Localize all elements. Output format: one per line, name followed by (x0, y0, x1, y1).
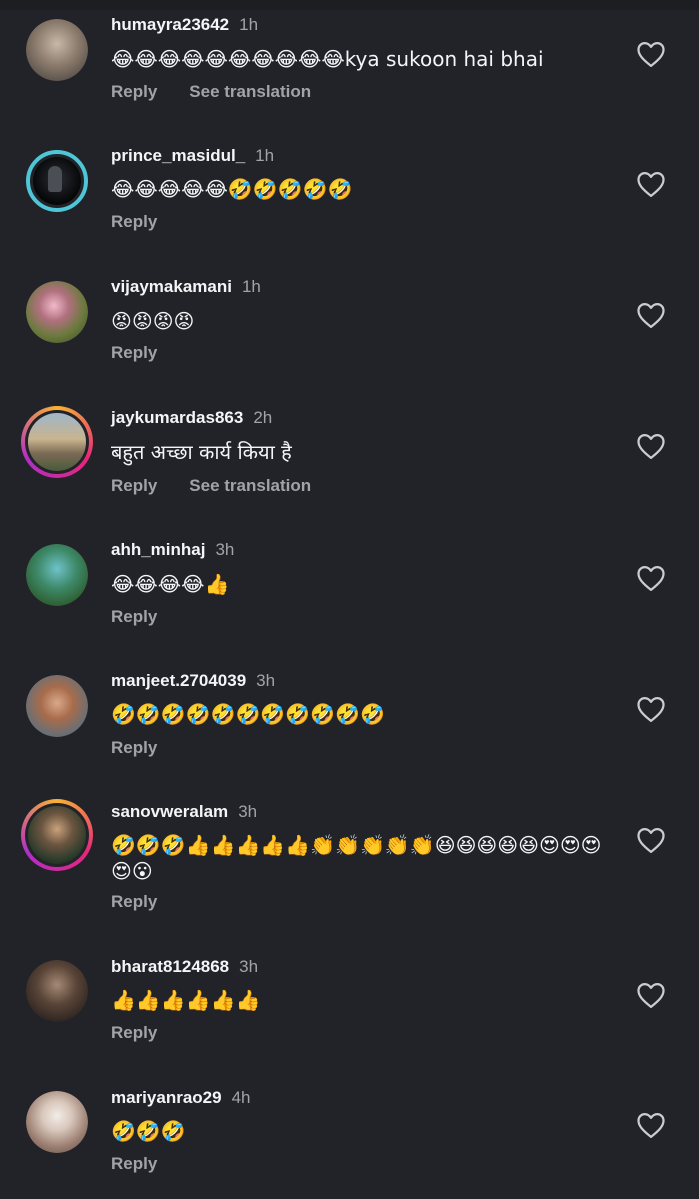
comment-actions: Reply See translation (111, 476, 343, 496)
timestamp: 1h (239, 15, 259, 34)
like-heart-icon[interactable] (636, 1111, 666, 1139)
see-translation-button[interactable]: See translation (189, 476, 311, 495)
like-heart-icon[interactable] (636, 564, 666, 592)
comment-actions: Reply (111, 607, 189, 627)
like-heart-icon[interactable] (636, 826, 666, 854)
username[interactable]: prince_masidul_ 1h (111, 146, 274, 166)
reply-button[interactable]: Reply (111, 476, 157, 495)
comment-text: 🤣🤣🤣 (111, 1119, 186, 1143)
username[interactable]: jaykumardas863 2h (111, 408, 272, 428)
reply-button[interactable]: Reply (111, 82, 157, 101)
comment-actions: Reply (111, 892, 189, 912)
timestamp: 1h (241, 277, 261, 296)
comment-actions: Reply (111, 1023, 189, 1043)
like-heart-icon[interactable] (636, 981, 666, 1009)
username[interactable]: sanovweralam 3h (111, 802, 257, 822)
top-edge (0, 0, 699, 10)
comment-actions: Reply (111, 343, 189, 363)
avatar[interactable] (26, 675, 88, 737)
timestamp: 4h (231, 1088, 251, 1107)
reply-button[interactable]: Reply (111, 212, 157, 231)
see-translation-button[interactable]: See translation (189, 82, 311, 101)
comment-text: 😂😂😂😂😂🤣🤣🤣🤣🤣 (111, 177, 353, 201)
comment-text: 😂😂😂😂👍 (111, 572, 230, 596)
comment-actions: Reply (111, 212, 189, 232)
like-heart-icon[interactable] (636, 170, 666, 198)
username[interactable]: manjeet.2704039 3h (111, 671, 275, 691)
comment-text: 🤣🤣🤣🤣🤣🤣🤣🤣🤣🤣🤣 (111, 702, 385, 726)
timestamp: 3h (256, 671, 276, 690)
username[interactable]: mariyanrao29 4h (111, 1088, 251, 1108)
avatar[interactable] (26, 281, 88, 343)
avatar[interactable] (26, 150, 88, 212)
timestamp: 2h (253, 408, 273, 427)
avatar[interactable] (21, 799, 93, 871)
reply-button[interactable]: Reply (111, 343, 157, 362)
like-heart-icon[interactable] (636, 40, 666, 68)
comment-actions: Reply (111, 1154, 189, 1174)
timestamp: 3h (239, 957, 259, 976)
timestamp: 1h (255, 146, 275, 165)
username[interactable]: ahh_minhaj 3h (111, 540, 234, 560)
avatar[interactable] (26, 960, 88, 1022)
avatar[interactable] (21, 406, 93, 478)
username[interactable]: vijaymakamani 1h (111, 277, 261, 297)
comment-actions: Reply See translation (111, 82, 343, 102)
reply-button[interactable]: Reply (111, 1154, 157, 1173)
reply-button[interactable]: Reply (111, 1023, 157, 1042)
reply-button[interactable]: Reply (111, 607, 157, 626)
comment-text: बहुत अच्छा कार्य किया है (111, 440, 292, 464)
avatar[interactable] (26, 19, 88, 81)
comment-text: 👍👍👍👍👍👍 (111, 988, 261, 1012)
comment-text: 😡😡😡😡 (111, 309, 195, 333)
comment-text: 😂😂😂😂😂😂😂😂😂😂kya sukoon hai bhai (111, 47, 544, 71)
comment-text: 🤣🤣🤣👍👍👍👍👍👏👏👏👏👏😆😆😆😆😆😍😍😍😍😮 (111, 833, 602, 883)
reply-button[interactable]: Reply (111, 738, 157, 757)
username[interactable]: humayra23642 1h (111, 15, 258, 35)
username[interactable]: bharat8124868 3h (111, 957, 258, 977)
avatar[interactable] (26, 544, 88, 606)
like-heart-icon[interactable] (636, 301, 666, 329)
like-heart-icon[interactable] (636, 695, 666, 723)
comment-actions: Reply (111, 738, 189, 758)
like-heart-icon[interactable] (636, 432, 666, 460)
timestamp: 3h (215, 540, 235, 559)
reply-button[interactable]: Reply (111, 892, 157, 911)
timestamp: 3h (238, 802, 258, 821)
avatar[interactable] (26, 1091, 88, 1153)
